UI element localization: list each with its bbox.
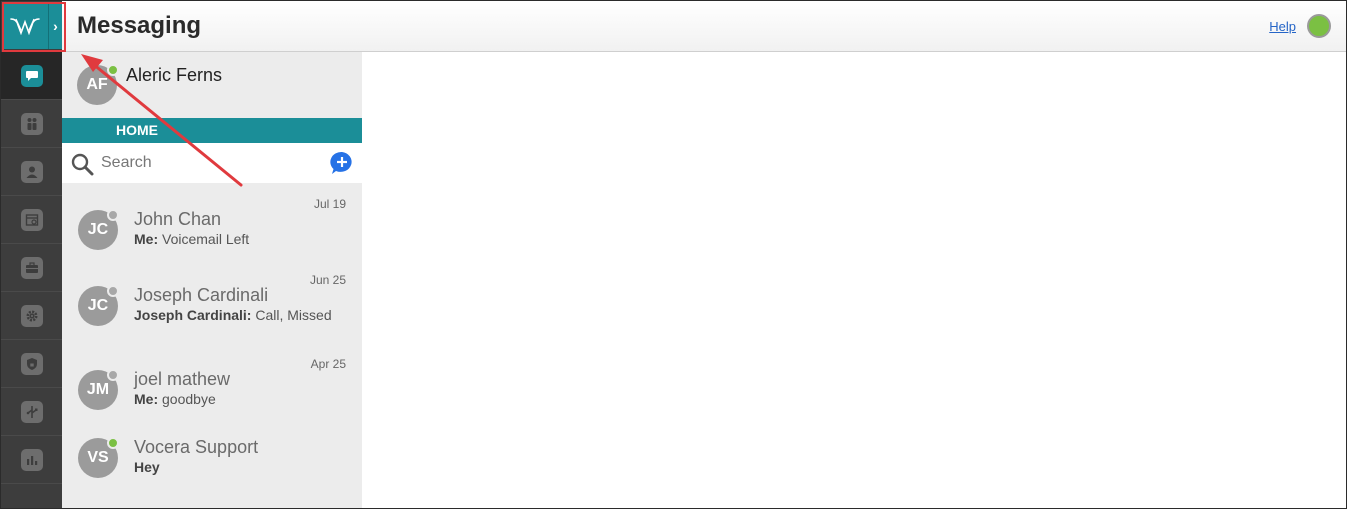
presence-online-icon — [107, 64, 119, 76]
rail-item-contacts[interactable] — [1, 148, 62, 196]
rail-item-schedule[interactable] — [1, 196, 62, 244]
preview-text: Voicemail Left — [162, 231, 250, 247]
help-link[interactable]: Help — [1269, 19, 1296, 34]
conversation-preview: Me: Voicemail Left — [134, 231, 249, 247]
preview-sender: Me: — [134, 231, 159, 247]
new-message-icon[interactable] — [330, 151, 354, 175]
conversation-preview: Hey — [134, 459, 160, 475]
conversation-date: Jul 19 — [313, 197, 346, 211]
preview-text: Call, Missed — [255, 307, 332, 323]
person-icon — [20, 160, 43, 183]
presence-offline-icon — [107, 285, 119, 297]
vocera-logo-icon[interactable] — [2, 2, 48, 49]
list-item[interactable]: JC Jun 25 Joseph Cardinali Joseph Cardin… — [62, 264, 362, 344]
list-item[interactable]: VS Vocera Support Hey — [62, 416, 362, 496]
conversation-date: Jun 25 — [309, 273, 346, 287]
rail-item-security[interactable] — [1, 340, 62, 388]
conversation-name: joel mathew — [134, 369, 231, 389]
chat-icon — [20, 64, 43, 87]
page-title: Messaging — [77, 12, 202, 39]
shield-icon — [20, 352, 43, 375]
rail-item-reports[interactable] — [1, 436, 62, 484]
search-input[interactable] — [101, 151, 321, 175]
preview-sender: Me: — [134, 391, 159, 407]
conversation-panel: AF Aleric Ferns HOME JC Jul 19 John Chan… — [62, 52, 362, 508]
rail-item-messaging[interactable] — [1, 52, 62, 100]
presence-offline-icon — [107, 209, 119, 221]
current-user-name: Aleric Ferns — [126, 65, 223, 85]
conversation-name: Joseph Cardinali — [134, 285, 269, 305]
chevron-right-icon[interactable]: › — [48, 2, 62, 49]
preview-sender: Joseph Cardinali: — [134, 307, 252, 323]
chart-icon — [20, 448, 43, 471]
calendar-icon — [20, 208, 43, 231]
conversation-name: John Chan — [134, 209, 222, 229]
app-window: › Messaging Help AF Aleric Ferns HOME Se… — [0, 0, 1347, 509]
briefcase-icon — [20, 256, 43, 279]
gear-icon — [20, 304, 43, 327]
preview-text: goodbye — [162, 391, 216, 407]
search-icon — [71, 153, 94, 176]
presence-online-icon — [107, 437, 119, 449]
network-icon — [20, 400, 43, 423]
conversation-name: Vocera Support — [134, 437, 259, 457]
current-user-row: AF Aleric Ferns — [62, 52, 362, 118]
conversation-preview: Joseph Cardinali: Call, Missed — [134, 307, 332, 323]
conversation-date: Apr 25 — [310, 357, 346, 371]
people-icon — [20, 112, 43, 135]
presence-offline-icon — [107, 369, 119, 381]
home-tab[interactable]: HOME — [62, 118, 362, 143]
top-header: Messaging Help — [62, 1, 1346, 52]
list-item[interactable]: JC Jul 19 John Chan Me: Voicemail Left — [62, 188, 362, 268]
status-indicator[interactable] — [1307, 14, 1331, 38]
search-bar — [62, 143, 362, 183]
message-view — [362, 52, 1346, 508]
rail-item-groups[interactable] — [1, 100, 62, 148]
rail-item-integrations[interactable] — [1, 388, 62, 436]
preview-text: Hey — [134, 459, 160, 475]
conversation-preview: Me: goodbye — [134, 391, 216, 407]
left-nav-rail: › — [1, 1, 62, 508]
rail-item-tools[interactable] — [1, 244, 62, 292]
rail-item-settings[interactable] — [1, 292, 62, 340]
